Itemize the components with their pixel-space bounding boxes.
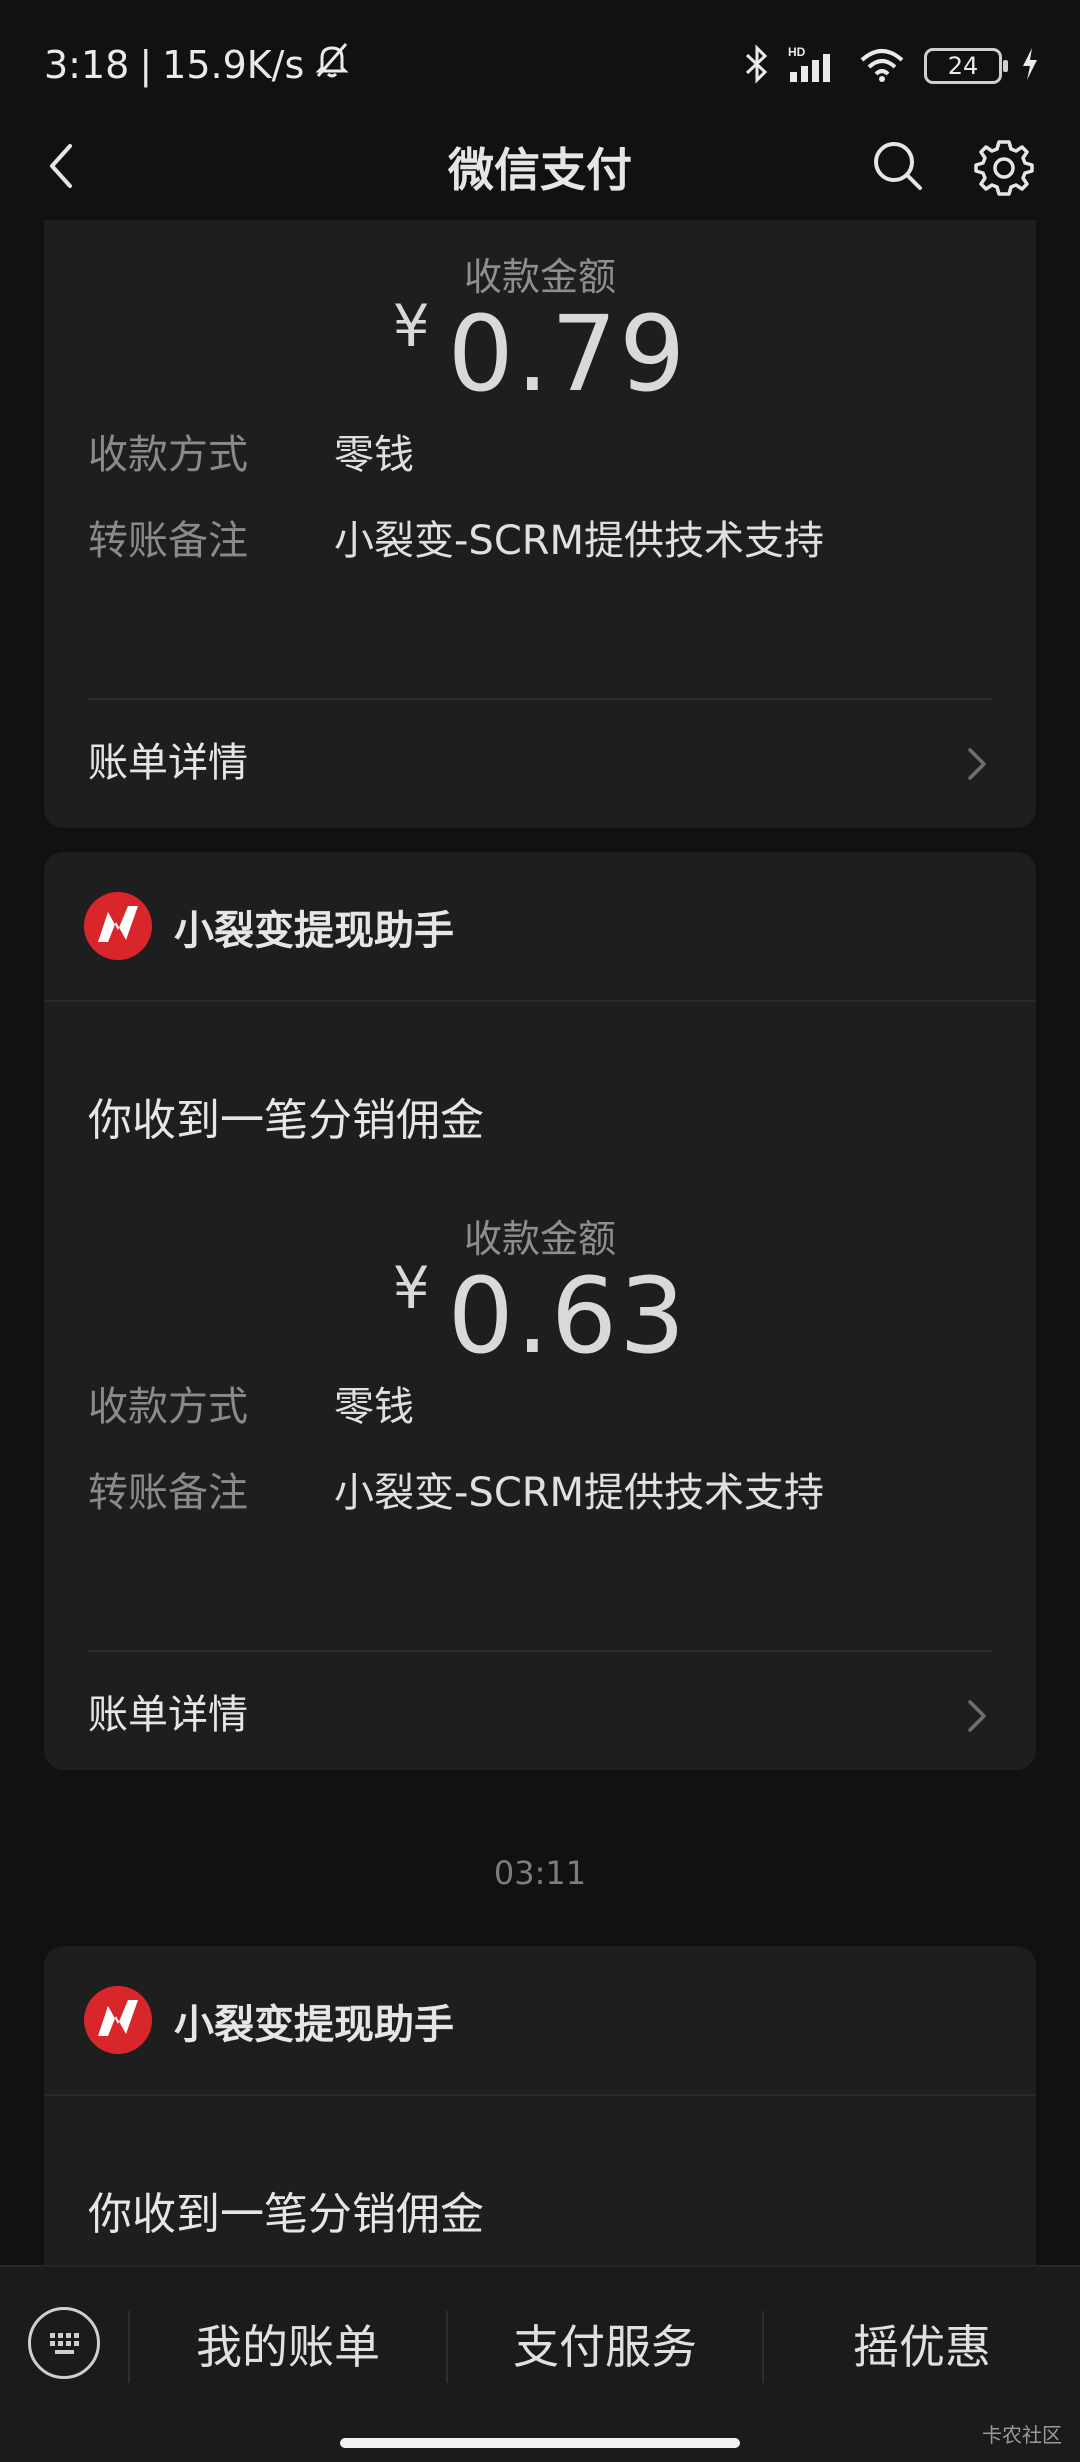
menu-divider [762, 2311, 764, 2383]
merchant-logo [84, 1986, 152, 2054]
nav-bar: 微信支付 [0, 110, 1080, 220]
bluetooth-icon [744, 44, 770, 88]
message-timestamp: 03:11 [493, 1854, 587, 1892]
bill-detail-link[interactable]: 账单详情 [88, 1682, 992, 1752]
merchant-name: 小裂变提现助手 [174, 2002, 454, 2048]
currency-symbol: ¥ [392, 292, 430, 360]
chevron-right-icon [962, 1694, 992, 1738]
message-feed[interactable]: 收款金额 ¥0.79 收款方式 零钱 转账备注 小裂变-SCRM提供技术支持 账单详… [0, 220, 1080, 2265]
status-time: 3:18 [44, 42, 130, 87]
merchant-logo [84, 892, 152, 960]
charging-icon [1020, 46, 1040, 86]
transfer-note-row: 转账备注 小裂变-SCRM提供技术支持 [88, 508, 824, 566]
currency-symbol: ¥ [392, 1254, 430, 1322]
amount-value: ¥0.79 [44, 292, 1036, 415]
note-value: 小裂变-SCRM提供技术支持 [334, 1470, 825, 1516]
menu-payment-services[interactable]: 支付服务 [455, 2311, 755, 2377]
divider [88, 698, 992, 700]
bill-detail-link[interactable]: 账单详情 [88, 730, 992, 800]
method-label: 收款方式 [88, 1384, 248, 1430]
bill-detail-label: 账单详情 [88, 1692, 248, 1738]
payment-method-row: 收款方式 零钱 [88, 422, 414, 480]
chevron-right-icon [962, 742, 992, 786]
menu-shake-offers[interactable]: 摇优惠 [772, 2311, 1072, 2377]
amount-value: ¥0.63 [44, 1254, 1036, 1377]
merchant-name: 小裂变提现助手 [174, 908, 454, 954]
wifi-icon [858, 44, 906, 88]
menu-divider [128, 2311, 130, 2383]
note-label: 转账备注 [88, 518, 248, 564]
keyboard-toggle-button[interactable] [28, 2307, 100, 2379]
method-value: 零钱 [334, 432, 414, 478]
menu-divider [446, 2311, 448, 2383]
note-label: 转账备注 [88, 1470, 248, 1516]
amount-number: 0.63 [447, 1255, 688, 1377]
transfer-note-row: 转账备注 小裂变-SCRM提供技术支持 [88, 1460, 824, 1518]
bill-detail-label: 账单详情 [88, 740, 248, 786]
status-separator: | [139, 42, 153, 87]
payment-card: 小裂变提现助手 你收到一笔分销佣金 [44, 1946, 1036, 2265]
amount-number: 0.79 [447, 293, 688, 415]
status-net-speed: 15.9K/s [162, 42, 305, 87]
mute-icon [314, 40, 350, 89]
payment-method-row: 收款方式 零钱 [88, 1374, 414, 1432]
gear-icon[interactable] [974, 136, 1034, 196]
svg-text:HD: HD [788, 45, 806, 59]
menu-my-bills[interactable]: 我的账单 [138, 2311, 438, 2377]
watermark: 卡农社区 [982, 2423, 1062, 2447]
signal-icon: HD [788, 44, 840, 88]
note-value: 小裂变-SCRM提供技术支持 [334, 518, 825, 564]
status-left: 3:18 | 15.9K/s [44, 40, 350, 89]
status-right: HD 24 [744, 44, 1040, 88]
message-title: 你收到一笔分销佣金 [88, 2189, 484, 2240]
card-header[interactable]: 小裂变提现助手 [44, 1946, 1036, 2096]
payment-card: 收款金额 ¥0.79 收款方式 零钱 转账备注 小裂变-SCRM提供技术支持 账单详… [44, 220, 1036, 828]
method-label: 收款方式 [88, 432, 248, 478]
home-indicator[interactable] [340, 2438, 740, 2448]
payment-card: 小裂变提现助手 你收到一笔分销佣金 收款金额 ¥0.63 收款方式 零钱 转账备注… [44, 852, 1036, 1770]
bottom-menu-bar: 我的账单 支付服务 摇优惠 卡农社区 [0, 2265, 1080, 2462]
message-title: 你收到一笔分销佣金 [88, 1095, 484, 1146]
card-header[interactable]: 小裂变提现助手 [44, 852, 1036, 1002]
method-value: 零钱 [334, 1384, 414, 1430]
search-icon[interactable] [868, 136, 928, 196]
battery-icon: 24 [924, 48, 1008, 84]
divider [88, 1650, 992, 1652]
